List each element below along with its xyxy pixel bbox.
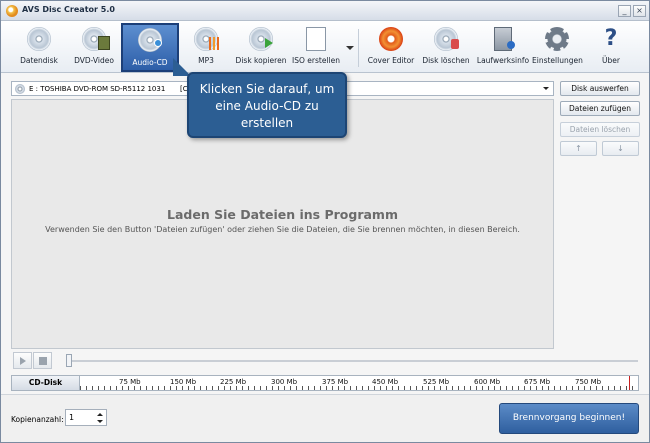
- copies-stepper[interactable]: 1: [65, 409, 107, 426]
- stop-button[interactable]: [33, 352, 52, 369]
- seek-handle[interactable]: [66, 354, 72, 367]
- play-icon: [20, 357, 26, 365]
- toolbar-label: Disk löschen: [422, 56, 470, 65]
- toolbar-label: Cover Editor: [367, 56, 415, 65]
- toolbar-label: Disk kopieren: [235, 56, 287, 65]
- close-button[interactable]: ×: [633, 5, 646, 17]
- capacity-limit-marker: [629, 376, 630, 390]
- data-disc-icon: [27, 27, 51, 51]
- toolbar-settings-button[interactable]: Einstellungen: [532, 24, 583, 70]
- toolbar-label: ISO erstellen: [292, 56, 340, 65]
- delete-files-button[interactable]: Dateien löschen: [560, 122, 640, 137]
- toolbar-cover-editor-button[interactable]: Cover Editor: [365, 24, 417, 70]
- toolbar-dvd-video-button[interactable]: DVD-Video: [69, 24, 119, 70]
- drive-select-value: E : TOSHIBA DVD-ROM SD-R5112 1031: [29, 85, 166, 93]
- add-files-button[interactable]: Dateien zufügen: [560, 101, 640, 116]
- arrow-right-icon: [265, 38, 273, 48]
- iso-icon: [306, 27, 326, 51]
- toolbar-label: DVD-Video: [74, 56, 114, 65]
- minimize-button[interactable]: _: [618, 5, 631, 17]
- capacity-ruler: [80, 386, 638, 390]
- toolbar-more-dropdown-icon[interactable]: [346, 46, 354, 50]
- capacity-tick: 600 Mb: [474, 378, 501, 386]
- player-controls: [11, 352, 639, 370]
- eraser-icon: [451, 39, 459, 49]
- window-title: AVS Disc Creator 5.0: [22, 5, 115, 14]
- eject-disc-button[interactable]: Disk auswerfen: [560, 81, 640, 96]
- toolbar-label: Über: [602, 56, 620, 65]
- start-burn-button[interactable]: Brennvorgang beginnen!: [499, 403, 639, 434]
- seek-track[interactable]: [66, 360, 638, 362]
- equalizer-icon: [209, 37, 219, 50]
- stepper-down-icon[interactable]: [97, 420, 103, 423]
- capacity-tick: 375 Mb: [322, 378, 349, 386]
- info-icon: [507, 41, 515, 49]
- drive-icon: [15, 84, 25, 94]
- toolbar-label: Audio-CD: [132, 58, 168, 67]
- tooltip-callout: Klicken Sie darauf, um eine Audio-CD zu …: [187, 72, 347, 138]
- copies-value: 1: [69, 413, 75, 422]
- capacity-tick: 75 Mb: [119, 378, 141, 386]
- toolbar-label: Einstellungen: [532, 56, 583, 65]
- empty-state-description: Verwenden Sie den Button 'Dateien zufüge…: [45, 225, 520, 234]
- capacity-tick: 450 Mb: [372, 378, 399, 386]
- capacity-tick: 150 Mb: [170, 378, 197, 386]
- gear-icon: [545, 27, 569, 51]
- toolbar-datendisk-button[interactable]: Datendisk: [15, 24, 63, 70]
- move-up-button[interactable]: ↑: [560, 141, 597, 156]
- toolbar-label: MP3: [198, 56, 214, 65]
- capacity-tick: 225 Mb: [220, 378, 247, 386]
- disc-type-select[interactable]: CD-Disk: [12, 376, 80, 390]
- play-button[interactable]: [13, 352, 32, 369]
- copies-label: Kopienanzahl:: [11, 415, 64, 424]
- move-down-button[interactable]: ↓: [602, 141, 639, 156]
- toolbar-label: Laufwerksinfo: [476, 56, 530, 65]
- app-icon: [6, 5, 18, 17]
- toolbar-copy-disc-button[interactable]: Disk kopieren: [235, 24, 287, 70]
- toolbar-iso-button[interactable]: ISO erstellen: [291, 24, 341, 70]
- stepper-up-icon[interactable]: [97, 413, 103, 416]
- cover-editor-icon: [379, 27, 403, 51]
- capacity-tick: 675 Mb: [524, 378, 551, 386]
- toolbar-separator: [358, 29, 359, 67]
- help-icon: ?: [604, 26, 618, 51]
- main-toolbar: Datendisk DVD-Video Audio-CD MP3 Disk ko…: [1, 21, 649, 73]
- toolbar-mp3-button[interactable]: MP3: [185, 24, 227, 70]
- film-strip-icon: [98, 36, 110, 50]
- stop-icon: [39, 357, 47, 365]
- empty-state-title: Laden Sie Dateien ins Programm: [167, 207, 398, 222]
- toolbar-erase-disc-button[interactable]: Disk löschen: [421, 24, 471, 70]
- toolbar-label: Datendisk: [20, 56, 58, 65]
- title-bar: AVS Disc Creator 5.0 _ ×: [1, 1, 649, 21]
- capacity-tick: 750 Mb: [575, 378, 602, 386]
- footer-bar: Kopienanzahl: 1 Brennvorgang beginnen!: [1, 394, 649, 442]
- toolbar-drive-info-button[interactable]: Laufwerksinfo: [475, 24, 531, 70]
- toolbar-audio-cd-button[interactable]: Audio-CD: [121, 23, 179, 72]
- capacity-tick: 300 Mb: [271, 378, 298, 386]
- capacity-bar: CD-Disk 75 Mb 150 Mb 225 Mb 300 Mb 375 M…: [11, 375, 639, 391]
- music-note-icon: [154, 39, 162, 47]
- chevron-down-icon: [543, 87, 549, 90]
- toolbar-about-button[interactable]: ? Über: [589, 24, 633, 70]
- app-window: AVS Disc Creator 5.0 _ × Datendisk DVD-V…: [0, 0, 650, 443]
- capacity-tick: 525 Mb: [423, 378, 450, 386]
